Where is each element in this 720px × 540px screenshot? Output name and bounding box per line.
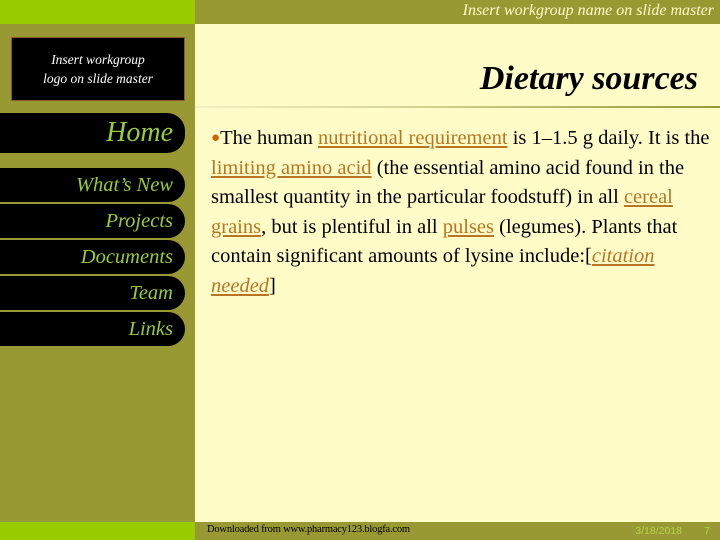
title-divider xyxy=(195,106,720,108)
workgroup-name: Insert workgroup name on slide master xyxy=(462,2,714,19)
nav-item-label: Home xyxy=(106,117,173,148)
logo-placeholder: Insert workgroup logo on slide master xyxy=(11,37,185,101)
nav-item-projects[interactable]: Projects xyxy=(0,204,185,238)
nav-item-label: Links xyxy=(128,317,173,340)
nav-item-label: Documents xyxy=(80,245,173,268)
link-limiting-amino-acid[interactable]: limiting amino acid xyxy=(211,157,372,179)
body-text: The human xyxy=(220,127,318,149)
nav-item-links[interactable]: Links xyxy=(0,312,185,346)
nav-item-label: Team xyxy=(129,281,173,304)
slide-body: ●The human nutritional requirement is 1–… xyxy=(211,124,711,301)
bullet-dot-icon: ● xyxy=(211,130,221,146)
logo-placeholder-text: Insert workgroup logo on slide master xyxy=(43,50,153,88)
logo-line-1: Insert workgroup xyxy=(51,52,145,67)
footer-source: Downloaded from www.pharmacy123.blogfa.c… xyxy=(207,524,410,535)
nav-item-label: Projects xyxy=(105,209,173,232)
nav-item-label: What’s New xyxy=(75,173,173,196)
body-text: is 1–1.5 g daily. It is the xyxy=(507,127,710,149)
nav-item-home[interactable]: Home xyxy=(0,113,185,153)
nav-item-team[interactable]: Team xyxy=(0,276,185,310)
header-bar: Insert workgroup name on slide master xyxy=(195,0,720,24)
top-left-accent-bar xyxy=(0,0,195,24)
page-number: 7 xyxy=(704,525,710,537)
slide-title: Dietary sources xyxy=(479,60,698,97)
footer-date: 3/18/2018 xyxy=(635,525,682,537)
link-nutritional-requirement[interactable]: nutritional requirement xyxy=(318,127,508,149)
nav-item-documents[interactable]: Documents xyxy=(0,240,185,274)
link-pulses[interactable]: pulses xyxy=(443,216,494,238)
logo-line-2: logo on slide master xyxy=(43,71,153,86)
body-text: , but is plentiful in all xyxy=(261,215,443,238)
body-text: ] xyxy=(269,274,276,297)
footer-bar: Downloaded from www.pharmacy123.blogfa.c… xyxy=(195,522,720,540)
footer-left-accent-bar xyxy=(0,522,195,540)
nav-item-whats-new[interactable]: What’s New xyxy=(0,168,185,202)
